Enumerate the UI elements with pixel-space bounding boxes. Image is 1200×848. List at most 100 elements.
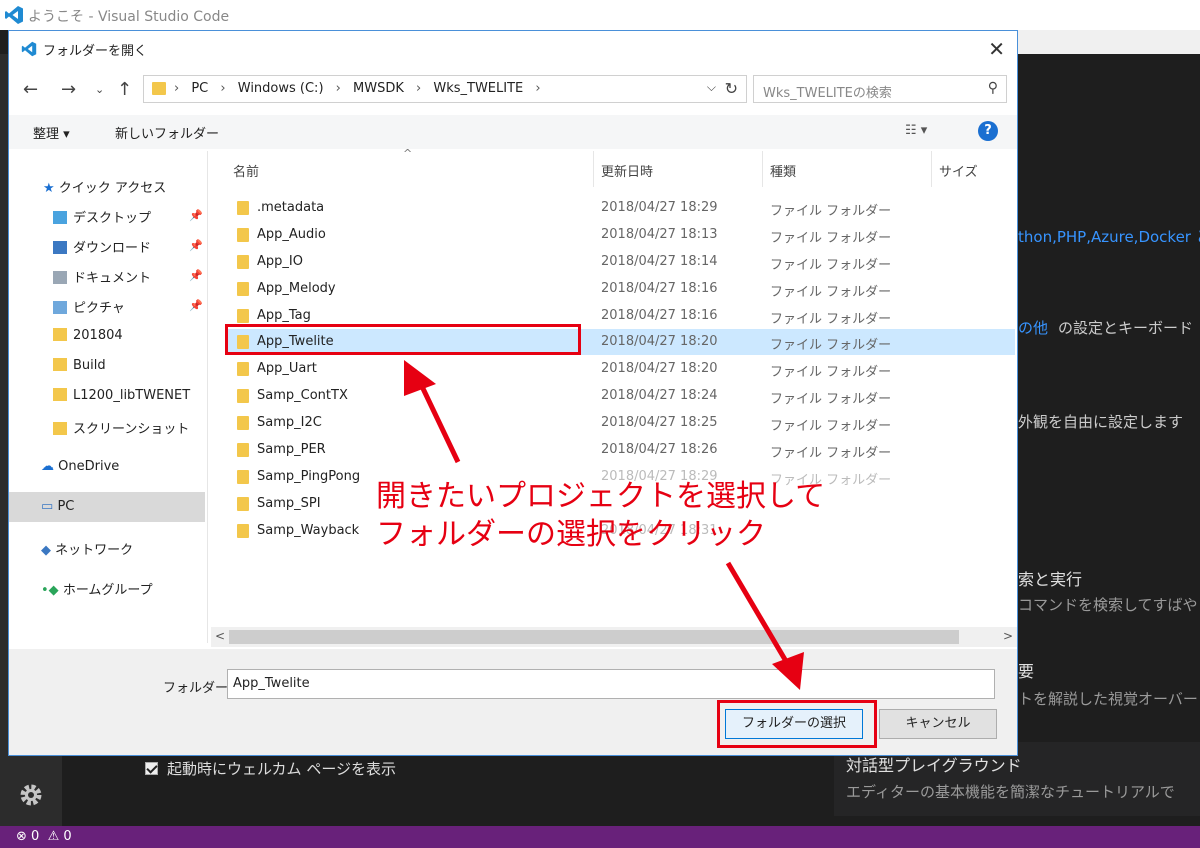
welcome-more-link[interactable]: の他 (1018, 317, 1048, 338)
nav-item-desktop[interactable]: デスクトップ (53, 207, 151, 226)
document-icon (53, 271, 67, 284)
row-type: ファイル フォルダー (770, 338, 892, 353)
table-row[interactable]: App_IO 2018/04/27 18:14 ファイル フォルダー (225, 249, 1015, 275)
address-bar[interactable]: › PC › Windows (C:) › MWSDK › Wks_TWELIT… (143, 75, 747, 103)
cancel-button[interactable]: キャンセル (879, 709, 997, 739)
forward-icon[interactable]: → (61, 79, 76, 100)
nav-item-screenshots[interactable]: スクリーンショット (53, 418, 189, 437)
annotation-line-2: フォルダーの選択をクリック (376, 517, 766, 552)
recent-chevron-icon[interactable]: ⌄ (95, 83, 104, 96)
breadcrumb-pc[interactable]: PC (191, 81, 208, 96)
table-row[interactable]: .metadata 2018/04/27 18:29 ファイル フォルダー (225, 195, 1015, 221)
row-name: Samp_I2C (257, 415, 322, 430)
back-icon[interactable]: ← (23, 79, 38, 100)
star-icon: ★ (43, 181, 55, 196)
search-icon[interactable]: ⚲ (988, 80, 998, 96)
startup-checkbox-row[interactable]: 起動時にウェルカム ページを表示 (145, 758, 396, 779)
folder-icon (152, 82, 166, 95)
breadcrumb-separator-icon: › (335, 81, 341, 96)
table-row[interactable]: App_Audio 2018/04/27 18:13 ファイル フォルダー (225, 222, 1015, 248)
up-icon[interactable]: ↑ (117, 79, 132, 100)
chevron-right-icon[interactable]: > (1003, 629, 1013, 643)
pin-icon[interactable]: 📌 (189, 239, 203, 252)
nav-label: ドキュメント (73, 271, 152, 286)
error-count: 0 (31, 829, 40, 844)
table-row[interactable]: Samp_ContTX 2018/04/27 18:24 ファイル フォルダー (225, 383, 1015, 409)
column-date[interactable]: 更新日時 (601, 161, 653, 180)
pin-icon[interactable]: 📌 (189, 209, 203, 222)
annotation-line-1: 開きたいプロジェクトを選択して (376, 479, 826, 514)
breadcrumb-wks[interactable]: Wks_TWELITE (433, 81, 523, 96)
column-divider[interactable] (762, 151, 763, 187)
refresh-icon[interactable]: ↻ (725, 79, 738, 98)
row-date: 2018/04/27 18:24 (601, 388, 718, 403)
navigation-pane: ★ クイック アクセス デスクトップ 📌 ダウンロード 📌 ドキュメント 📌 ピ… (9, 151, 207, 643)
scrollbar-thumb[interactable] (229, 630, 959, 644)
table-row[interactable]: App_Uart 2018/04/27 18:20 ファイル フォルダー (225, 356, 1015, 382)
horizontal-scrollbar[interactable]: < > (211, 627, 1017, 647)
welcome-overview-title[interactable]: 要 (1018, 658, 1034, 682)
dialog-titlebar: フォルダーを開く ✕ (9, 31, 1017, 67)
vscode-titlebar: ようこそ - Visual Studio Code (0, 0, 1200, 30)
cloud-icon: ☁ (41, 459, 54, 474)
row-name: App_Melody (257, 281, 336, 296)
search-input[interactable]: Wks_TWELITEの検索 ⚲ (753, 75, 1007, 103)
welcome-languages-link[interactable]: thon,PHP,Azure,Docker と (1018, 226, 1200, 247)
nav-item-documents[interactable]: ドキュメント (53, 267, 151, 286)
row-type: ファイル フォルダー (770, 204, 892, 219)
folder-icon (53, 328, 67, 341)
breadcrumb: › PC › Windows (C:) › MWSDK › Wks_TWELIT… (174, 81, 549, 96)
folder-icon (237, 389, 249, 403)
gear-icon[interactable] (18, 782, 44, 808)
nav-item-downloads[interactable]: ダウンロード (53, 237, 151, 256)
folder-name-input[interactable]: App_Twelite (227, 669, 995, 699)
row-type: ファイル フォルダー (770, 231, 892, 246)
nav-onedrive[interactable]: ☁ OneDrive (41, 459, 119, 474)
breadcrumb-separator-icon: › (174, 81, 180, 96)
table-row[interactable]: App_Melody 2018/04/27 18:16 ファイル フォルダー (225, 276, 1015, 302)
breadcrumb-mwsdk[interactable]: MWSDK (353, 81, 404, 96)
download-icon (53, 241, 67, 254)
nav-homegroup[interactable]: •◆ ホームグループ (41, 579, 153, 598)
organize-button[interactable]: 整理 ▾ (33, 123, 70, 142)
row-date: 2018/04/27 18:16 (601, 281, 718, 296)
nav-item-pictures[interactable]: ピクチャ (53, 297, 125, 316)
breadcrumb-drive[interactable]: Windows (C:) (238, 81, 324, 96)
new-folder-button[interactable]: 新しいフォルダー (115, 123, 219, 142)
pane-splitter[interactable] (207, 151, 208, 643)
table-row[interactable]: Samp_I2C 2018/04/27 18:25 ファイル フォルダー (225, 410, 1015, 436)
welcome-command-sub: コマンドを検索してすばや (1018, 596, 1198, 614)
welcome-command-title[interactable]: 索と実行 (1018, 566, 1082, 590)
row-type: ファイル フォルダー (770, 419, 892, 434)
column-divider[interactable] (593, 151, 594, 187)
status-problems[interactable]: ⊗ 0 ⚠ 0 (16, 829, 72, 844)
close-icon[interactable]: ✕ (988, 37, 1005, 61)
column-name[interactable]: 名前 (233, 161, 259, 180)
nav-label: ダウンロード (73, 241, 152, 256)
folder-icon (237, 228, 249, 242)
nav-label: OneDrive (58, 459, 120, 474)
startup-checkbox[interactable] (145, 762, 158, 775)
row-date: 2018/04/27 18:29 (601, 200, 718, 215)
nav-pc[interactable]: ▭ PC (9, 492, 205, 522)
highlight-box-select-button (717, 700, 877, 748)
nav-item-libtwenet[interactable]: L1200_libTWENET (53, 388, 190, 403)
column-divider[interactable] (931, 151, 932, 187)
folder-icon (53, 388, 67, 401)
help-icon[interactable]: ? (978, 121, 998, 141)
column-type[interactable]: 種類 (770, 161, 796, 180)
view-options-icon[interactable]: ☷ ▾ (905, 123, 927, 138)
nav-quick-access[interactable]: ★ クイック アクセス (43, 177, 166, 196)
nav-network[interactable]: ◆ ネットワーク (41, 539, 133, 558)
chevron-left-icon[interactable]: < (215, 629, 225, 643)
chevron-down-icon[interactable]: ⌵ (707, 80, 716, 95)
pin-icon[interactable]: 📌 (189, 269, 203, 282)
column-size[interactable]: サイズ (939, 161, 978, 180)
pin-icon[interactable]: 📌 (189, 299, 203, 312)
table-row[interactable]: Samp_PER 2018/04/27 18:26 ファイル フォルダー (225, 437, 1015, 463)
welcome-playground-sub: エディターの基本機能を簡潔なチュートリアルで (846, 783, 1175, 801)
nav-item-201804[interactable]: 201804 (53, 328, 123, 343)
nav-item-build[interactable]: Build (53, 358, 106, 373)
nav-label: ネットワーク (55, 543, 134, 558)
folder-field-label: フォルダー: (163, 681, 233, 696)
